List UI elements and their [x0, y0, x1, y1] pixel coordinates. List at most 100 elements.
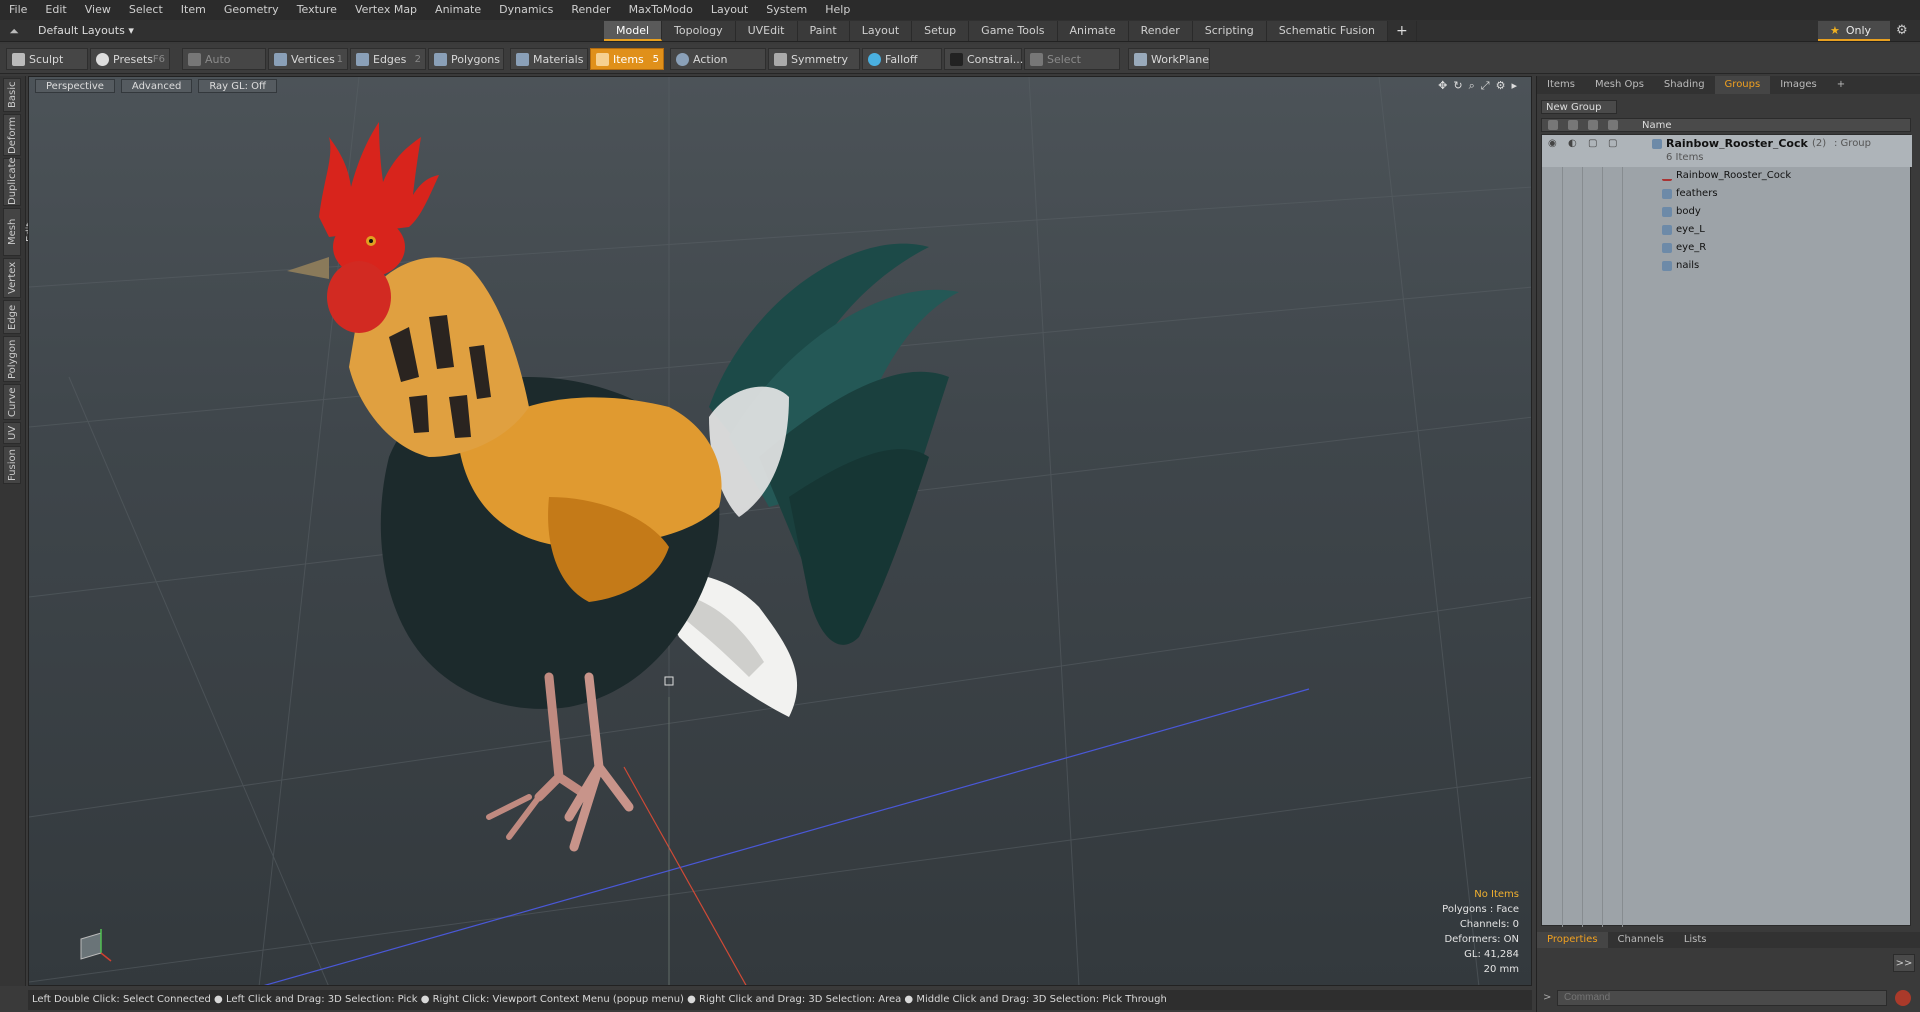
right-panel-tabs: Items Mesh Ops Shading Groups Images +	[1537, 76, 1920, 94]
default-layouts-dropdown[interactable]: Default Layouts ▾	[30, 22, 142, 40]
raygl-button[interactable]: Ray GL: Off	[198, 79, 277, 93]
select-header-icon[interactable]	[1608, 120, 1618, 130]
group-child-row[interactable]: nails	[1542, 257, 1912, 275]
symmetry-button[interactable]: Symmetry	[768, 48, 860, 70]
falloff-button[interactable]: Falloff	[862, 48, 942, 70]
fit-view-icon[interactable]: ⤢	[1481, 79, 1490, 93]
new-group-button[interactable]: New Group	[1541, 100, 1617, 114]
tab-game-tools[interactable]: Game Tools	[969, 21, 1058, 41]
tab-uvedit[interactable]: UVEdit	[735, 21, 798, 41]
tool-tab-vertex[interactable]: Vertex	[3, 258, 21, 298]
menu-render[interactable]: Render	[562, 0, 619, 20]
visibility-header-icon[interactable]	[1548, 120, 1558, 130]
presets-button[interactable]: Presets F6	[90, 48, 170, 70]
tool-tab-uv[interactable]: UV	[3, 422, 21, 444]
viewport-nav-icons: ✥ ↻ ⌕ ⤢ ⚙ ▸	[1438, 79, 1517, 93]
expand-button[interactable]: >>	[1893, 954, 1915, 972]
menu-file[interactable]: File	[0, 0, 36, 20]
tool-tab-duplicate[interactable]: Duplicate	[3, 157, 21, 206]
tool-tab-fusion[interactable]: Fusion	[3, 446, 21, 484]
menu-dynamics[interactable]: Dynamics	[490, 0, 562, 20]
group-child-row[interactable]: Rainbow_Rooster_Cock	[1542, 167, 1912, 185]
info-gl: GL: 41,284	[1464, 949, 1519, 960]
menu-vertex-map[interactable]: Vertex Map	[346, 0, 426, 20]
select-through-icon	[1030, 53, 1043, 66]
select-through-button[interactable]: Select Through	[1024, 48, 1120, 88]
add-tab-icon[interactable]: +	[1388, 21, 1417, 41]
tab-layout[interactable]: Layout	[849, 21, 913, 41]
expand-view-icon[interactable]: ▸	[1511, 79, 1517, 93]
panel-tab-items[interactable]: Items	[1537, 76, 1585, 94]
menu-animate[interactable]: Animate	[426, 0, 490, 20]
menu-help[interactable]: Help	[816, 0, 859, 20]
move-view-icon[interactable]: ✥	[1438, 79, 1447, 93]
x-axis-line	[623, 766, 747, 985]
tool-tab-basic[interactable]: Basic	[3, 78, 21, 112]
layout-toggle-icon[interactable]: ⏶	[6, 23, 22, 39]
tool-tab-deform[interactable]: Deform	[3, 114, 21, 156]
group-child-row[interactable]: eye_L	[1542, 221, 1912, 239]
tab-scripting[interactable]: Scripting	[1192, 21, 1267, 41]
group-child-row[interactable]: feathers	[1542, 185, 1912, 203]
group-child-row[interactable]: eye_R	[1542, 239, 1912, 257]
tool-tab-polygon[interactable]: Polygon	[3, 336, 21, 382]
add-panel-tab-icon[interactable]: +	[1827, 76, 1855, 94]
menu-item[interactable]: Item	[172, 0, 215, 20]
rotate-view-icon[interactable]: ↻	[1453, 79, 1462, 93]
gear-icon[interactable]: ⚙	[1896, 23, 1908, 38]
menu-layout[interactable]: Layout	[702, 0, 757, 20]
render-header-icon[interactable]	[1568, 120, 1578, 130]
toolbar: Sculpt PresetsF6 Auto Select Vertices1 E…	[0, 44, 1920, 88]
bottom-tab-properties[interactable]: Properties	[1537, 932, 1608, 948]
menu-edit[interactable]: Edit	[36, 0, 75, 20]
only-button[interactable]: ★ Only	[1818, 21, 1890, 41]
tab-render[interactable]: Render	[1128, 21, 1193, 41]
tab-topology[interactable]: Topology	[662, 21, 736, 41]
bottom-tab-channels[interactable]: Channels	[1608, 932, 1674, 948]
workplane-button[interactable]: WorkPlane	[1128, 48, 1210, 70]
tool-tab-mesh-edit[interactable]: Mesh Edit	[3, 208, 36, 256]
bottom-tab-lists[interactable]: Lists	[1674, 932, 1717, 948]
tool-tab-curve[interactable]: Curve	[3, 384, 21, 420]
menu-maxtomodo[interactable]: MaxToModo	[620, 0, 702, 20]
command-input[interactable]	[1557, 990, 1887, 1006]
constrain-button[interactable]: Constrai...	[944, 48, 1023, 70]
viewport-header: Perspective Advanced Ray GL: Off ✥ ↻ ⌕ ⤢…	[29, 77, 1531, 95]
tab-paint[interactable]: Paint	[797, 21, 850, 41]
polygons-button[interactable]: Polygons	[428, 48, 504, 70]
perspective-button[interactable]: Perspective	[35, 79, 115, 93]
action-center-button[interactable]: Action Center	[670, 48, 766, 88]
vertices-button[interactable]: Vertices 1	[268, 48, 348, 70]
auto-select-button[interactable]: Auto Select	[182, 48, 266, 88]
tab-animate[interactable]: Animate	[1057, 21, 1129, 41]
menu-geometry[interactable]: Geometry	[215, 0, 288, 20]
viewport-settings-icon[interactable]: ⚙	[1496, 79, 1506, 93]
panel-tab-mesh-ops[interactable]: Mesh Ops	[1585, 76, 1654, 94]
panel-tab-groups[interactable]: Groups	[1714, 76, 1771, 94]
menu-select[interactable]: Select	[120, 0, 172, 20]
tool-tab-edge[interactable]: Edge	[3, 300, 21, 334]
tab-setup[interactable]: Setup	[912, 21, 970, 41]
info-size: 20 mm	[1483, 964, 1519, 975]
tab-schematic-fusion[interactable]: Schematic Fusion	[1266, 21, 1389, 41]
sculpt-button[interactable]: Sculpt	[6, 48, 88, 70]
command-history-icon[interactable]	[1895, 990, 1911, 1006]
advanced-button[interactable]: Advanced	[120, 79, 193, 93]
menu-texture[interactable]: Texture	[288, 0, 346, 20]
items-button[interactable]: Items 5	[590, 48, 664, 70]
materials-button[interactable]: Materials	[510, 48, 588, 70]
menu-system[interactable]: System	[757, 0, 816, 20]
tab-model[interactable]: Model	[604, 21, 663, 41]
lock-header-icon[interactable]	[1588, 120, 1598, 130]
panel-tab-shading[interactable]: Shading	[1654, 76, 1715, 94]
menu-view[interactable]: View	[76, 0, 120, 20]
panel-tab-images[interactable]: Images	[1770, 76, 1827, 94]
edges-button[interactable]: Edges 2	[350, 48, 426, 70]
zoom-view-icon[interactable]: ⌕	[1469, 79, 1475, 93]
viewport-scene	[29, 77, 1531, 985]
axis-orientation-icon	[80, 929, 112, 962]
group-child-row[interactable]: body	[1542, 203, 1912, 221]
viewport-info: No Items Polygons : Face Channels: 0 Def…	[1442, 887, 1519, 977]
bottom-panel-tabs: Properties Channels Lists	[1537, 932, 1920, 948]
3d-viewport[interactable]: Perspective Advanced Ray GL: Off ✥ ↻ ⌕ ⤢…	[28, 76, 1532, 986]
